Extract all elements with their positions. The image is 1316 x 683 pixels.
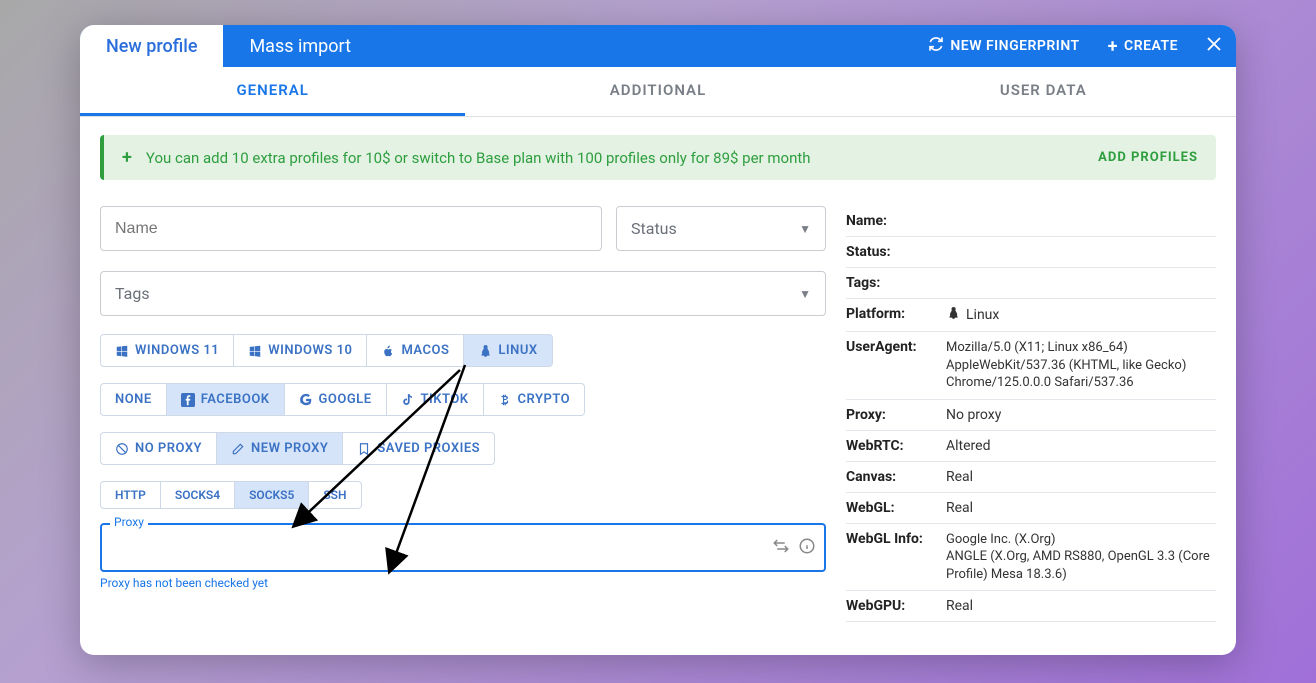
linux-icon [946, 306, 960, 324]
bitcoin-icon [498, 393, 512, 407]
chip-label: SAVED PROXIES [377, 441, 480, 456]
facebook-icon [181, 393, 195, 407]
tab-new-profile[interactable]: New profile [80, 25, 223, 67]
name-input[interactable] [100, 206, 602, 251]
chip-windows-10[interactable]: WINDOWS 10 [234, 334, 367, 367]
info-row-proxy: Proxy:No proxy [846, 400, 1216, 431]
info-row-platform: Platform:Linux [846, 299, 1216, 332]
info-row-webrtc: WebRTC:Altered [846, 431, 1216, 462]
chip-label: WINDOWS 11 [135, 343, 219, 358]
chip-label: NONE [115, 392, 152, 407]
chip-label: SOCKS5 [249, 488, 294, 502]
mini-chip-http[interactable]: HTTP [100, 481, 161, 509]
topbar: New profile Mass import NEW FINGERPRINT … [80, 25, 1236, 67]
edit-icon [231, 442, 245, 456]
status-select[interactable]: Status ▼ [616, 206, 826, 251]
subtab-userdata[interactable]: USER DATA [851, 67, 1236, 116]
proxy-field-label: Proxy [110, 515, 148, 529]
proxy-hint: Proxy has not been checked yet [100, 576, 826, 590]
chip-label: FACEBOOK [201, 392, 270, 407]
chip-google[interactable]: GOOGLE [285, 383, 387, 416]
swap-icon[interactable] [772, 537, 790, 559]
os-chip-row: WINDOWS 11 WINDOWS 10 MACOS LINUX [100, 334, 826, 367]
chip-no-proxy[interactable]: NO PROXY [100, 432, 217, 465]
linux-icon [478, 344, 492, 358]
form-panel: Status ▼ Tags ▼ WINDOWS 11 WINDOWS 10 MACO… [100, 206, 826, 622]
mini-chip-socks4[interactable]: SOCKS4 [161, 481, 235, 509]
chip-label: NEW PROXY [251, 441, 328, 456]
status-placeholder: Status [631, 219, 677, 238]
chip-label: CRYPTO [518, 392, 571, 407]
chip-facebook[interactable]: FACEBOOK [167, 383, 285, 416]
tab-mass-import[interactable]: Mass import [223, 25, 377, 67]
info-row-canvas: Canvas:Real [846, 462, 1216, 493]
chip-linux[interactable]: LINUX [464, 334, 552, 367]
chip-label: TIKTOK [421, 392, 469, 407]
proxy-field: Proxy [100, 523, 826, 572]
info-row-status: Status: [846, 237, 1216, 268]
info-row-webgpu: WebGPU:Real [846, 591, 1216, 622]
info-row-webgl: WebGL:Real [846, 493, 1216, 524]
proxy-input[interactable] [100, 523, 826, 572]
new-fingerprint-label: NEW FINGERPRINT [950, 38, 1079, 54]
mini-chip-ssh[interactable]: SSH [309, 481, 361, 509]
proxy-mode-chip-row: NO PROXY NEW PROXY SAVED PROXIES [100, 432, 826, 465]
content: + You can add 10 extra profiles for 10$ … [80, 117, 1236, 655]
create-button[interactable]: + CREATE [1094, 25, 1192, 67]
google-icon [299, 393, 313, 407]
subtabs: GENERAL ADDITIONAL USER DATA [80, 67, 1236, 117]
chip-label: WINDOWS 10 [268, 343, 352, 358]
bookmark-icon [357, 442, 371, 456]
app-chip-row: NONE FACEBOOK GOOGLE TIKTOK CRYPTO [100, 383, 826, 416]
info-row-tags: Tags: [846, 268, 1216, 299]
tags-placeholder: Tags [115, 284, 150, 303]
profile-modal: New profile Mass import NEW FINGERPRINT … [80, 25, 1236, 655]
tags-select[interactable]: Tags ▼ [100, 271, 826, 316]
chip-windows-11[interactable]: WINDOWS 11 [100, 334, 234, 367]
chip-label: MACOS [401, 343, 449, 358]
apple-icon [381, 344, 395, 358]
chip-new-proxy[interactable]: NEW PROXY [217, 432, 343, 465]
chip-label: HTTP [115, 488, 146, 502]
banner-text: You can add 10 extra profiles for 10$ or… [146, 149, 1098, 167]
windows-icon [115, 344, 129, 358]
chip-saved-proxies[interactable]: SAVED PROXIES [343, 432, 495, 465]
info-icon[interactable] [798, 537, 816, 559]
proxy-type-chip-row: HTTP SOCKS4 SOCKS5 SSH [100, 481, 826, 509]
chip-macos[interactable]: MACOS [367, 334, 464, 367]
subtab-general[interactable]: GENERAL [80, 67, 465, 116]
chevron-down-icon: ▼ [799, 222, 811, 236]
chip-label: SOCKS4 [175, 488, 220, 502]
plus-icon: + [122, 147, 132, 168]
windows-icon [248, 344, 262, 358]
info-row-name: Name: [846, 206, 1216, 237]
noproxy-icon [115, 442, 129, 456]
close-icon [1205, 34, 1223, 59]
create-label: CREATE [1124, 38, 1178, 54]
chip-crypto[interactable]: CRYPTO [484, 383, 586, 416]
info-row-webglinfo: WebGL Info:Google Inc. (X.Org)ANGLE (X.O… [846, 524, 1216, 592]
refresh-icon [928, 36, 944, 56]
chip-tiktok[interactable]: TIKTOK [387, 383, 484, 416]
tiktok-icon [401, 393, 415, 407]
tab-label: New profile [106, 36, 197, 57]
add-profiles-button[interactable]: ADD PROFILES [1098, 150, 1198, 165]
chip-label: NO PROXY [135, 441, 202, 456]
plus-icon: + [1108, 36, 1118, 57]
info-row-useragent: UserAgent:Mozilla/5.0 (X11; Linux x86_64… [846, 332, 1216, 400]
chip-label: GOOGLE [319, 392, 372, 407]
promo-banner: + You can add 10 extra profiles for 10$ … [100, 135, 1216, 180]
chip-label: SSH [323, 488, 346, 502]
mini-chip-socks5[interactable]: SOCKS5 [235, 481, 309, 509]
chip-none[interactable]: NONE [100, 383, 167, 416]
chevron-down-icon: ▼ [799, 287, 811, 301]
new-fingerprint-button[interactable]: NEW FINGERPRINT [914, 25, 1093, 67]
close-button[interactable] [1192, 25, 1236, 67]
info-panel: Name: Status: Tags: Platform:Linux UserA… [846, 206, 1216, 622]
chip-label: LINUX [498, 343, 537, 358]
tab-label: Mass import [249, 36, 351, 57]
subtab-additional[interactable]: ADDITIONAL [465, 67, 850, 116]
